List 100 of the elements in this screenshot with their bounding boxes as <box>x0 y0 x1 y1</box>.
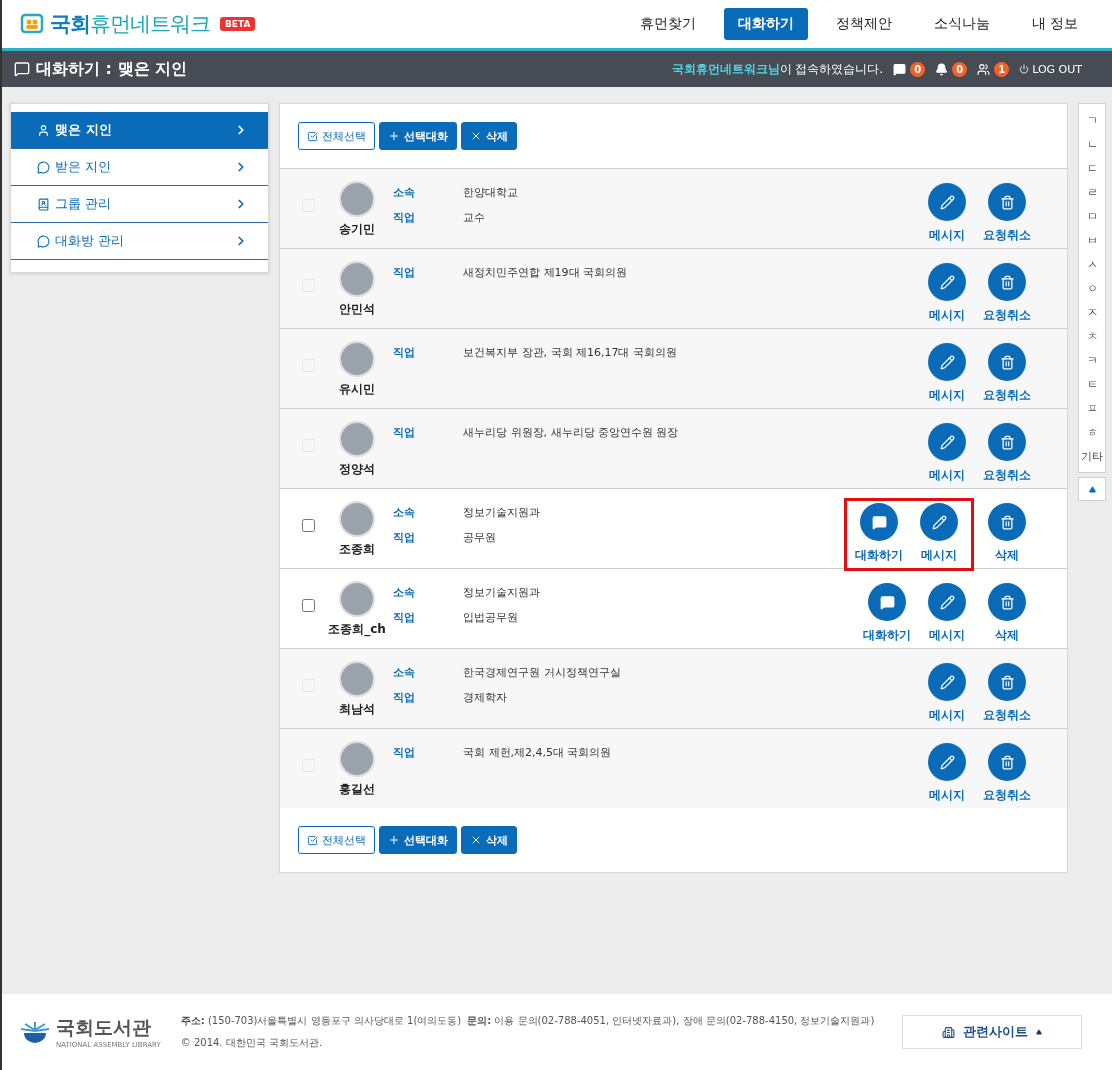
trash-icon <box>999 274 1015 290</box>
count-badge[interactable]: 1 <box>994 61 1010 77</box>
row-checkbox[interactable] <box>302 599 315 612</box>
field-value: 정보기술지원과 <box>463 585 540 600</box>
field-value: 한양대학교 <box>463 185 518 200</box>
field-label: 직업 <box>393 610 416 625</box>
field-label: 직업 <box>393 745 416 760</box>
index-letter[interactable]: ㅎ <box>1086 420 1098 444</box>
action-button[interactable]: 요청취소 <box>979 663 1035 724</box>
logo-icon <box>20 12 44 36</box>
site-logo[interactable]: 국회휴먼네트워크 <box>50 10 210 38</box>
nav-tab[interactable]: 소식나눔 <box>919 8 1004 40</box>
pencil-icon <box>931 514 947 530</box>
field-label: 소속 <box>393 185 416 200</box>
action-button[interactable]: 메시지 <box>911 503 967 564</box>
nav-tab[interactable]: 대화하기 <box>723 8 808 40</box>
copyright-text: © 2014. 대한민국 국회도서관. <box>180 1036 324 1050</box>
action-button[interactable]: 메시지 <box>919 343 975 404</box>
index-letter[interactable]: ㅍ <box>1086 396 1098 420</box>
chat-bubble-icon <box>37 234 50 248</box>
trash-icon <box>999 594 1015 610</box>
trash-icon <box>999 514 1015 530</box>
chat-bubble-icon <box>37 160 50 174</box>
field-value: 한국경제연구원 거시정책연구실 <box>463 665 621 680</box>
action-button[interactable]: 메시지 <box>919 663 975 724</box>
group-chat-button[interactable]: 선택대화 <box>379 122 457 150</box>
action-button[interactable]: 요청취소 <box>979 743 1035 804</box>
speech-bubble-icon <box>871 514 887 530</box>
action-button[interactable]: 대화하기 <box>851 503 907 564</box>
field-value: 정보기술지원과 <box>463 505 540 520</box>
contact-name: 조종희 <box>339 541 375 558</box>
inquiry-text: 문의: 이용 문의(02-788-4051, 인터넷자료과), 장애 문의(02-788-4150, 정보기술지원과) <box>467 1014 875 1028</box>
delete-button[interactable]: 삭제 <box>461 826 517 854</box>
trash-icon <box>999 434 1015 450</box>
index-letter[interactable]: ㅋ <box>1086 348 1098 372</box>
action-button[interactable]: 삭제 <box>979 503 1035 564</box>
select-all-button[interactable]: 전체선택 <box>298 122 375 150</box>
action-button[interactable]: 요청취소 <box>979 183 1035 244</box>
sidebar-item[interactable]: 대화방 관리 <box>11 223 268 260</box>
delete-button[interactable]: 삭제 <box>461 122 517 150</box>
group-chat-button[interactable]: 선택대화 <box>379 826 457 854</box>
action-button[interactable]: 대화하기 <box>859 583 915 644</box>
field-value: 입법공무원 <box>463 610 519 625</box>
nav-tab[interactable]: 정책제안 <box>821 8 906 40</box>
index-letter[interactable]: ㅁ <box>1086 204 1098 228</box>
up-triangle-icon <box>1088 485 1096 493</box>
contact-name: 유시민 <box>339 381 375 398</box>
avatar <box>339 181 375 217</box>
contact-name: 최남석 <box>339 701 375 718</box>
chat-icon <box>893 62 907 76</box>
field-label: 직업 <box>393 690 416 705</box>
action-button[interactable]: 메시지 <box>919 583 975 644</box>
library-logo-icon <box>20 1020 50 1044</box>
trash-icon <box>999 754 1015 770</box>
trash-icon <box>999 674 1015 690</box>
action-button[interactable]: 메시지 <box>919 263 975 324</box>
beta-badge: BETA <box>220 17 256 31</box>
nav-tab[interactable]: 휴먼찾기 <box>625 8 710 40</box>
index-letter[interactable]: ㅈ <box>1086 300 1098 324</box>
index-letter[interactable]: 기타 <box>1081 444 1103 468</box>
field-label: 직업 <box>393 345 416 360</box>
field-label: 소속 <box>393 585 416 600</box>
count-badge[interactable]: 0 <box>952 61 968 77</box>
index-letter[interactable]: ㅌ <box>1086 372 1098 396</box>
field-value: 국회 제헌,제2,4,5대 국회의원 <box>463 745 612 760</box>
index-letter[interactable]: ㅂ <box>1086 228 1098 252</box>
action-button[interactable]: 요청취소 <box>979 263 1035 324</box>
nav-tab[interactable]: 내 정보 <box>1017 8 1092 40</box>
sidebar-item[interactable]: 맺은 지인 <box>11 112 268 149</box>
bell-icon <box>935 62 949 76</box>
related-sites-button[interactable]: 관련사이트 <box>902 1015 1082 1049</box>
power-icon <box>1019 64 1030 74</box>
index-letter[interactable]: ㄷ <box>1086 156 1098 180</box>
action-button[interactable]: 요청취소 <box>979 343 1035 404</box>
action-button[interactable]: 요청취소 <box>979 423 1035 484</box>
sidebar-item[interactable]: 그룹 관리 <box>11 186 268 223</box>
trash-icon <box>999 194 1015 210</box>
sidebar-item[interactable]: 받은 지인 <box>11 149 268 186</box>
row-checkbox[interactable] <box>302 519 315 532</box>
select-all-button[interactable]: 전체선택 <box>298 826 375 854</box>
action-button[interactable]: 메시지 <box>919 183 975 244</box>
action-button[interactable]: 메시지 <box>919 423 975 484</box>
pencil-icon <box>939 674 955 690</box>
chat-icon <box>14 61 30 77</box>
avatar <box>339 661 375 697</box>
field-label: 직업 <box>393 265 416 280</box>
scroll-top-button[interactable] <box>1078 477 1106 501</box>
logout-link[interactable]: LOG OUT <box>1019 62 1082 76</box>
checkbox-icon <box>307 130 318 142</box>
index-letter[interactable]: ㄹ <box>1086 180 1098 204</box>
action-button[interactable]: 삭제 <box>979 583 1035 644</box>
index-letter[interactable]: ㅊ <box>1086 324 1098 348</box>
index-letter[interactable]: ㄱ <box>1086 108 1098 132</box>
pencil-icon <box>939 354 955 370</box>
field-value: 보건복지부 장관, 국회 제16,17대 국회의원 <box>463 345 677 360</box>
count-badge[interactable]: 0 <box>910 61 926 77</box>
action-button[interactable]: 메시지 <box>919 743 975 804</box>
index-letter[interactable]: ㄴ <box>1086 132 1098 156</box>
index-letter[interactable]: ㅅ <box>1086 252 1098 276</box>
index-letter[interactable]: ㅇ <box>1086 276 1098 300</box>
